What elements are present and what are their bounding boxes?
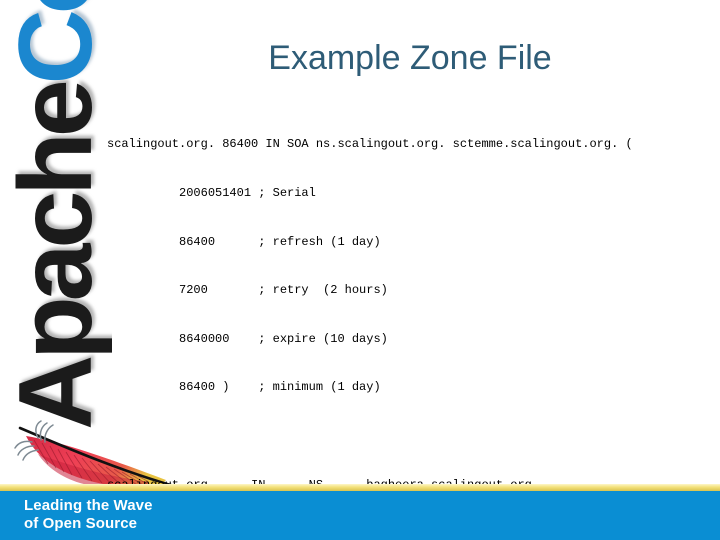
zone-line: 2006051401 ; Serial [107,186,316,200]
apachecon-logo-watermark: ApacheCon [0,0,112,470]
banner-tagline: Leading the Wave of Open Source [24,497,153,533]
feather-down [14,420,54,461]
wordmark-con-text: Con [0,0,112,84]
zone-file-code-block: scalingout.org. 86400 IN SOA ns.scalingo… [107,104,707,540]
zone-line: 86400 ) ; minimum (1 day) [107,380,381,395]
banner-yellow-stripe [0,484,720,491]
page-title: Example Zone File [268,39,552,77]
slide-canvas: ApacheCon [0,0,720,540]
zone-line: scalingout.org. 86400 IN SOA ns.scalingo… [107,137,633,152]
wordmark-apache-text: Apache [0,84,112,430]
zone-line: 8640000 ; expire (10 days) [107,331,388,346]
banner-tagline-line2: of Open Source [24,515,138,532]
banner-tagline-line1: Leading the Wave [24,497,153,514]
zone-line: 86400 ; refresh (1 day) [107,234,381,249]
apachecon-wordmark: ApacheCon [0,0,112,432]
bottom-banner: Leading the Wave of Open Source [0,484,720,540]
zone-line: 7200 ; retry (2 hours) [107,283,388,298]
zone-line-blank [107,428,707,444]
